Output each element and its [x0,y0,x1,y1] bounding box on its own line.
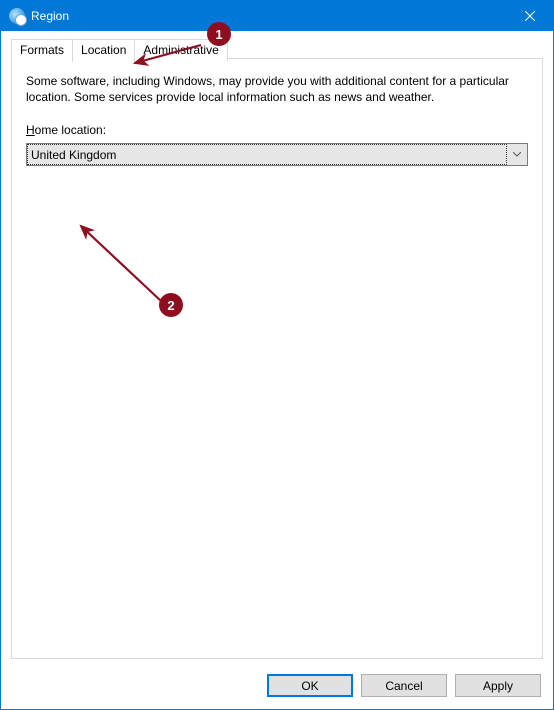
location-description: Some software, including Windows, may pr… [26,73,528,105]
home-location-value: United Kingdom [27,144,507,165]
close-icon [525,11,535,21]
home-location-label: Home location: [26,123,528,137]
home-location-dropdown[interactable]: United Kingdom [26,143,528,166]
client-area: Formats Location Administrative Some sof… [1,31,553,709]
tab-administrative[interactable]: Administrative [134,39,227,61]
dialog-buttons: OK Cancel Apply [267,674,541,697]
tab-formats[interactable]: Formats [11,39,73,61]
region-icon [9,8,25,24]
tab-location[interactable]: Location [72,39,135,62]
region-dialog: Region Formats Location Administrative S… [0,0,554,710]
tabpage-location: Some software, including Windows, may pr… [11,58,543,659]
apply-button[interactable]: Apply [455,674,541,697]
titlebar: Region [1,1,553,31]
window-title: Region [31,9,69,23]
cancel-button[interactable]: Cancel [361,674,447,697]
ok-button[interactable]: OK [267,674,353,697]
close-button[interactable] [507,1,553,31]
chevron-down-icon [507,144,527,165]
tabstrip: Formats Location Administrative [11,37,227,61]
